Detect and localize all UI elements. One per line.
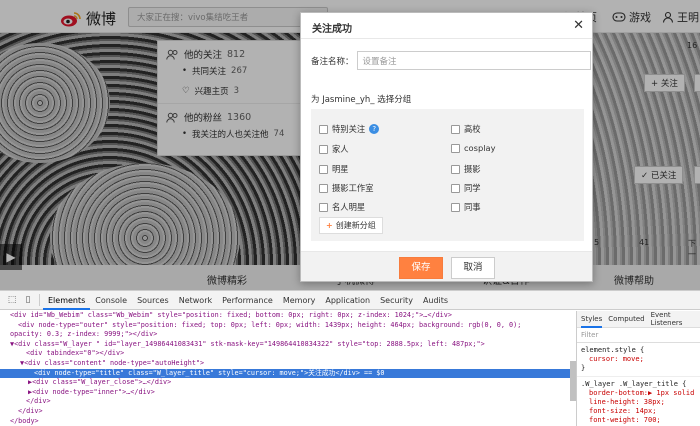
dom-tree: <div id="Wb_Webim" class="Wb_Webim" styl…: [0, 311, 570, 426]
dom-node-continuation: opacity: 0.3; z-index: 9999;"></div>: [10, 330, 158, 339]
group-checkbox[interactable]: 明星: [319, 163, 349, 175]
group-label: 摄影: [464, 164, 481, 174]
group-checkbox[interactable]: 特别关注 ?: [319, 123, 380, 135]
group-label: 特别关注: [332, 124, 366, 134]
tab-application[interactable]: Application: [320, 291, 375, 310]
tab-console[interactable]: Console: [90, 291, 132, 310]
tab-event-listeners[interactable]: Event Listeners: [651, 311, 700, 327]
css-rule: .W_layer .W_layer_title { border-bottom:…: [577, 377, 700, 426]
create-group-label: 创建新分组: [335, 221, 376, 230]
plus-icon: +: [326, 221, 333, 230]
group-checkbox[interactable]: cosplay: [451, 143, 496, 153]
element-style-rule: element.style { cursor: move; }: [577, 343, 700, 377]
tab-security[interactable]: Security: [375, 291, 418, 310]
remark-input[interactable]: 设置备注: [356, 51, 591, 70]
dom-node[interactable]: <div tabindex="0"></div>: [0, 349, 570, 359]
dom-node[interactable]: </div>: [0, 397, 570, 407]
dom-node[interactable]: ▶<div class="W_layer_close">…</div>: [0, 378, 570, 388]
rule-close: }: [581, 364, 586, 372]
tab-memory[interactable]: Memory: [278, 291, 321, 310]
devtools-tabbar: ⬚ ▯ Elements Console Sources Network Per…: [0, 291, 700, 310]
device-toolbar-icon[interactable]: ▯: [20, 293, 36, 307]
checkbox[interactable]: [319, 202, 328, 212]
styles-pane: Styles Computed Event Listeners Filter e…: [576, 311, 700, 426]
group-checkbox[interactable]: 同事: [451, 201, 481, 213]
cancel-button[interactable]: 取消: [451, 257, 495, 279]
rule-selector: .W_layer .W_layer_title {: [581, 380, 687, 388]
tab-audits[interactable]: Audits: [418, 291, 453, 310]
rule-property[interactable]: line-height: 38px;: [581, 398, 696, 407]
checkbox[interactable]: [451, 164, 460, 174]
dialog-title[interactable]: 关注成功: [301, 13, 592, 39]
checkbox[interactable]: [451, 202, 460, 212]
dom-node[interactable]: <div node-type="outer" style="position: …: [0, 321, 570, 331]
group-label: 摄影工作室: [332, 183, 374, 193]
create-group-button[interactable]: + 创建新分组: [319, 217, 383, 234]
dom-node[interactable]: </div>: [0, 407, 570, 417]
dom-node-selected[interactable]: <div node-type="title" class="W_layer_ti…: [0, 368, 570, 379]
styles-tabbar: Styles Computed Event Listeners: [577, 311, 700, 328]
save-button[interactable]: 保存: [399, 257, 443, 279]
checkbox[interactable]: [319, 164, 328, 174]
tab-computed[interactable]: Computed: [608, 315, 644, 323]
group-label: 明星: [332, 164, 349, 174]
tab-styles[interactable]: Styles: [581, 311, 603, 328]
group-checkbox[interactable]: 同学: [451, 182, 481, 194]
checkbox[interactable]: [319, 183, 328, 193]
divider: [39, 294, 40, 306]
help-icon[interactable]: ?: [369, 124, 380, 134]
group-checkbox[interactable]: 名人明星: [319, 201, 365, 213]
rule-selector: element.style {: [581, 346, 645, 354]
inspect-icon[interactable]: ⬚: [4, 293, 20, 307]
group-label: 同事: [464, 202, 481, 212]
group-label: 同学: [464, 183, 481, 193]
tab-elements[interactable]: Elements: [43, 291, 91, 310]
rule-property[interactable]: border-bottom:▶ 1px solid: [581, 389, 696, 398]
group-label: 高校: [464, 124, 481, 134]
remark-row: 备注名称： 设置备注: [311, 51, 591, 70]
group-list: 特别关注 ? 高校 家人 cosplay 明星 摄影 摄影工作室 同学 名人明星…: [311, 109, 584, 241]
weibo-page: 微博 大家正在搜：vivo集结吃王者 首页 游戏 王明 ▶ 他的关注 812 •…: [0, 0, 700, 290]
styles-filter-input[interactable]: Filter: [577, 328, 700, 343]
group-checkbox[interactable]: 高校: [451, 123, 481, 135]
dom-node[interactable]: ▼<div class="content" node-type="autoHei…: [0, 359, 570, 369]
tab-performance[interactable]: Performance: [217, 291, 278, 310]
checkbox[interactable]: [451, 183, 460, 193]
follow-success-dialog: 关注成功 ✕ 备注名称： 设置备注 为 Jasmine_yh_ 选择分组 特别关…: [300, 12, 593, 282]
checkbox[interactable]: [319, 124, 328, 134]
checkbox[interactable]: [319, 144, 328, 154]
dom-node[interactable]: </body>: [0, 417, 570, 426]
dialog-footer: 保存 取消: [301, 251, 592, 281]
checkbox[interactable]: [451, 124, 460, 134]
rule-property[interactable]: font-weight: 700;: [581, 416, 696, 425]
remark-label: 备注名称：: [311, 56, 354, 67]
close-icon[interactable]: ✕: [573, 18, 584, 33]
group-label: cosplay: [464, 143, 496, 153]
dom-node[interactable]: <div id="Wb_Webim" class="Wb_Webim" styl…: [0, 311, 570, 321]
tab-network[interactable]: Network: [174, 291, 217, 310]
rule-property[interactable]: cursor: move;: [581, 355, 696, 364]
group-checkbox[interactable]: 摄影工作室: [319, 182, 374, 194]
tab-sources[interactable]: Sources: [132, 291, 174, 310]
group-checkbox[interactable]: 摄影: [451, 163, 481, 175]
rule-property[interactable]: font-size: 14px;: [581, 407, 696, 416]
dom-node[interactable]: ▼<div class="W_layer " id="layer_1498644…: [0, 340, 570, 350]
group-label: 名人明星: [332, 202, 366, 212]
group-label: 家人: [332, 144, 349, 154]
devtools-panel: ⬚ ▯ Elements Console Sources Network Per…: [0, 290, 700, 426]
dom-node[interactable]: ▶<div node-type="inner">…</div>: [0, 388, 570, 398]
checkbox[interactable]: [451, 143, 460, 153]
group-checkbox[interactable]: 家人: [319, 143, 349, 155]
group-title: 为 Jasmine_yh_ 选择分组: [311, 95, 412, 105]
